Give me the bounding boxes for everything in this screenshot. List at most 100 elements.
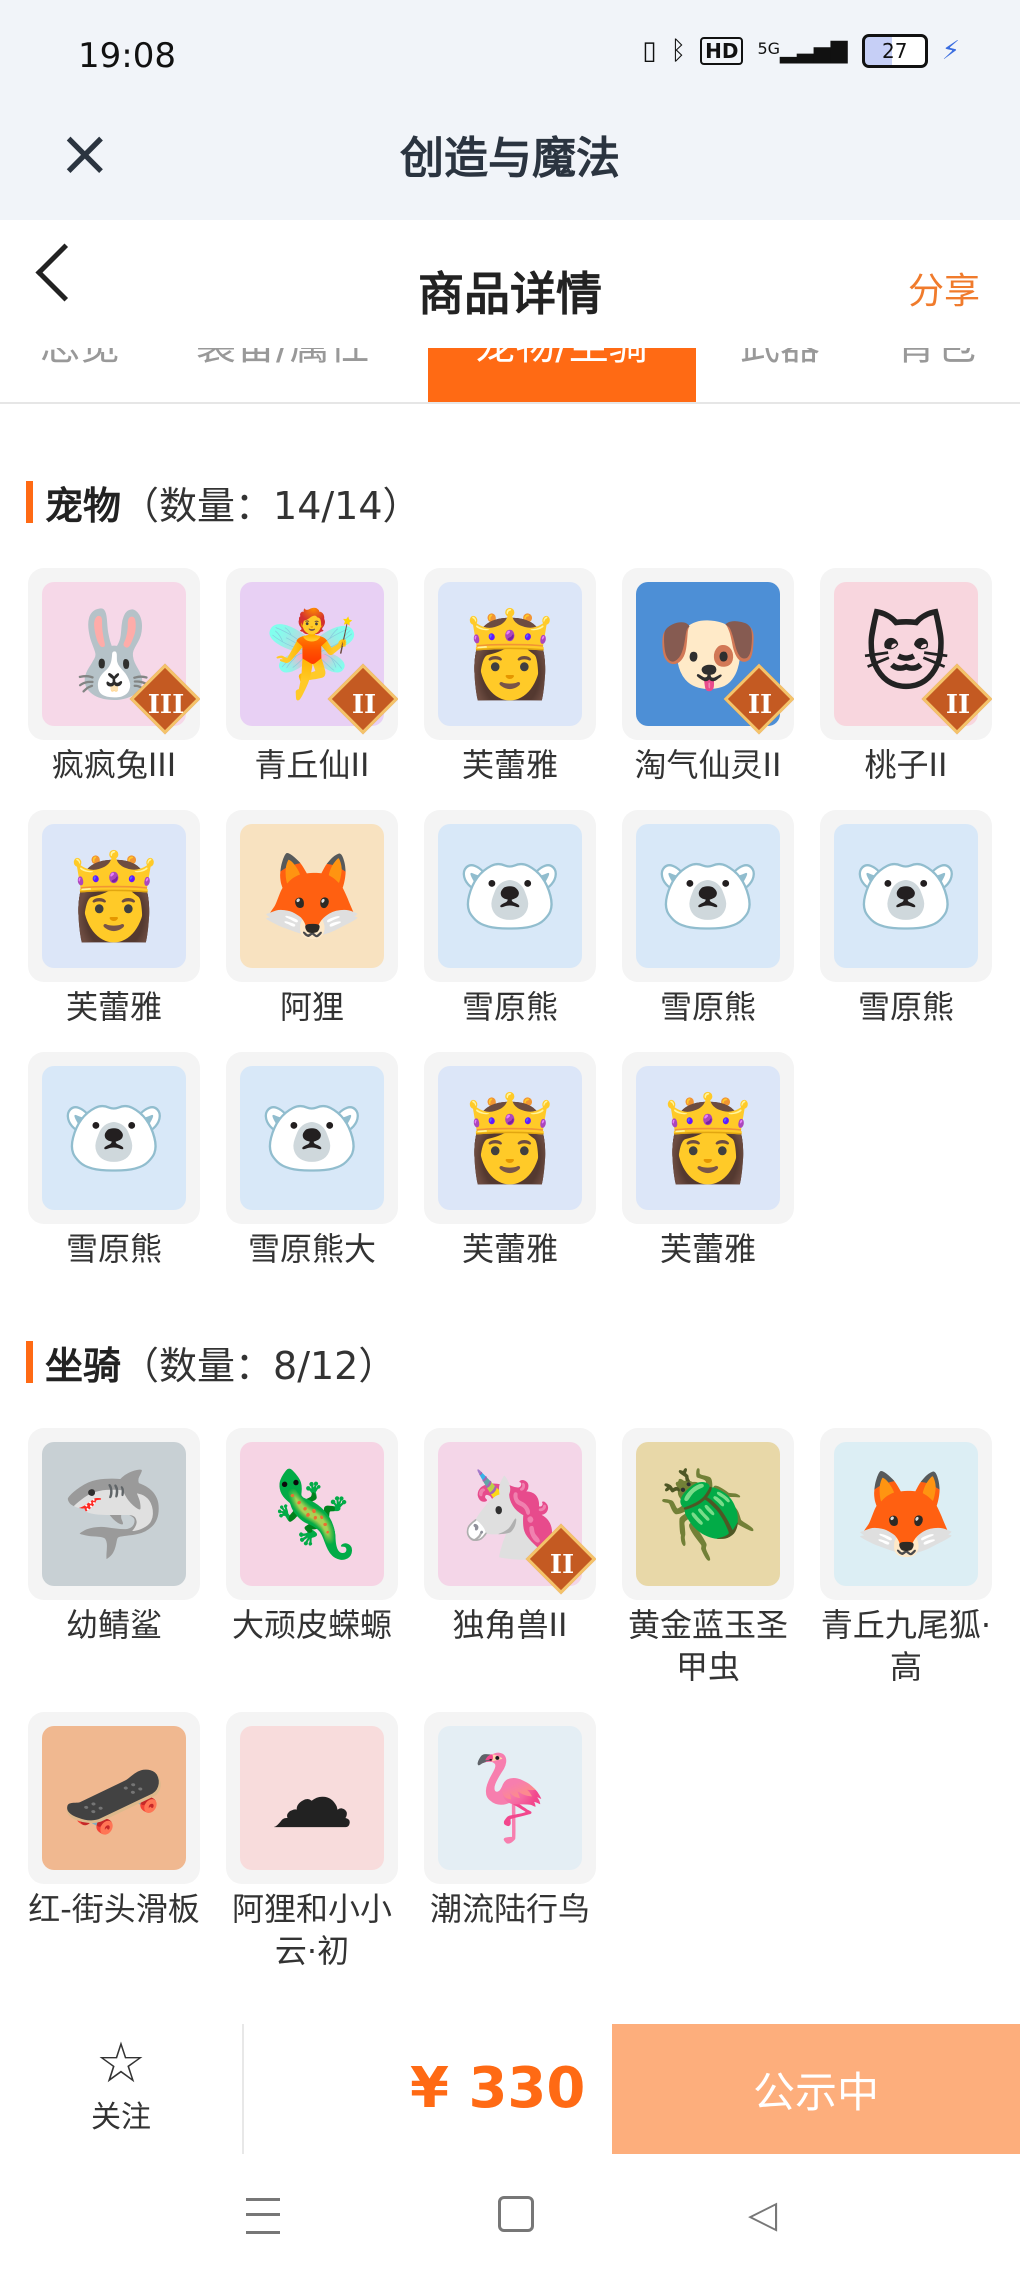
item-card[interactable]: 🐻‍❄️ 雪原熊大 bbox=[226, 1052, 398, 1270]
item-card[interactable]: 👸 芙蕾雅 bbox=[28, 810, 200, 1028]
item-card[interactable]: 🦊 青丘九尾狐·高 bbox=[820, 1428, 992, 1688]
bluetooth-icon: ᛒ bbox=[670, 36, 687, 66]
item-name: 芙蕾雅 bbox=[659, 1230, 756, 1268]
star-icon: ☆ bbox=[95, 2031, 147, 2096]
beetle-icon: 🪲 bbox=[655, 1464, 761, 1563]
status-bar: 19:08 ▯ ᛒ HD 5G▂▃▅▇ 27 ⚡ bbox=[0, 0, 1020, 110]
item-card[interactable]: 🐰 III 疯疯兔III bbox=[28, 568, 200, 786]
item-name: 雪原熊 bbox=[461, 988, 558, 1026]
item-thumbnail: 🐻‍❄️ bbox=[424, 810, 596, 982]
item-name: 芙蕾雅 bbox=[461, 1230, 558, 1268]
tab-backpack[interactable]: 背包 bbox=[896, 348, 1006, 402]
item-name: 芙蕾雅 bbox=[65, 988, 162, 1026]
follow-label: 关注 bbox=[91, 2100, 151, 2135]
item-thumbnail: 🛹 bbox=[28, 1712, 200, 1884]
item-name: 雪原熊 bbox=[857, 988, 954, 1026]
menu-icon[interactable] bbox=[246, 2198, 280, 2234]
app-title: 创造与魔法 bbox=[400, 133, 620, 184]
snow-bear-icon: 🐻‍❄️ bbox=[259, 1088, 365, 1187]
item-thumbnail: ☁ bbox=[226, 1712, 398, 1884]
item-card[interactable]: 🪲 黄金蓝玉圣甲虫 bbox=[622, 1428, 794, 1688]
item-name: 雪原熊大 bbox=[247, 1230, 376, 1268]
item-card[interactable]: 🐶 II 淘气仙灵II bbox=[622, 568, 794, 786]
follow-button[interactable]: ☆ 关注 bbox=[0, 2024, 244, 2154]
snow-bear-icon: 🐻‍❄️ bbox=[853, 846, 959, 945]
tab-equipment[interactable]: 装备/属性 bbox=[196, 348, 416, 402]
pets-section-header: 宠物 （数量：14/14） bbox=[26, 480, 421, 528]
ali-cloud-icon: ☁ bbox=[270, 1749, 354, 1847]
page-title: 商品详情 bbox=[418, 267, 602, 321]
item-card[interactable]: 🦈 幼鲭鲨 bbox=[28, 1428, 200, 1646]
item-name: 桃子II bbox=[864, 746, 948, 784]
nine-tail-fox-icon: 🦊 bbox=[853, 1464, 959, 1563]
item-card[interactable]: 🐻‍❄️ 雪原熊 bbox=[820, 810, 992, 1028]
item-thumbnail: 🐻‍❄️ bbox=[226, 1052, 398, 1224]
item-card[interactable]: 🧚 II 青丘仙II bbox=[226, 568, 398, 786]
item-name: 芙蕾雅 bbox=[461, 746, 558, 784]
snow-bear-icon: 🐻‍❄️ bbox=[655, 846, 761, 945]
item-card[interactable]: ☁ 阿狸和小小云·初 bbox=[226, 1712, 398, 1972]
item-name: 独角兽II bbox=[452, 1606, 568, 1644]
item-card[interactable]: 🐻‍❄️ 雪原熊 bbox=[424, 810, 596, 1028]
item-card[interactable]: 🦩 潮流陆行鸟 bbox=[424, 1712, 596, 1930]
share-button[interactable]: 分享 bbox=[908, 262, 980, 314]
section-accent bbox=[26, 1341, 33, 1383]
home-icon[interactable] bbox=[498, 2196, 534, 2232]
tab-bar: 总览 装备/属性 宠物/坐骑 武器 背包 bbox=[0, 348, 1020, 404]
price: ¥ 330 bbox=[410, 2056, 586, 2121]
nav-back-icon[interactable]: ◁ bbox=[748, 2192, 777, 2236]
snow-bear-icon: 🐻‍❄️ bbox=[457, 846, 563, 945]
bird-icon: 🦩 bbox=[457, 1748, 563, 1847]
item-thumbnail: 👸 bbox=[622, 1052, 794, 1224]
tab-pets-mounts[interactable]: 宠物/坐骑 bbox=[428, 348, 696, 402]
item-name: 潮流陆行鸟 bbox=[429, 1890, 590, 1928]
status-time: 19:08 bbox=[78, 36, 176, 76]
item-card[interactable]: 🐻‍❄️ 雪原熊 bbox=[622, 810, 794, 1028]
tier-badge-label: III bbox=[147, 690, 185, 720]
freya-icon: 👸 bbox=[457, 1088, 563, 1187]
freya-icon: 👸 bbox=[61, 846, 167, 945]
mounts-title: 坐骑 bbox=[45, 1343, 122, 1388]
item-thumbnail: 👸 bbox=[424, 568, 596, 740]
item-thumbnail: 🐰 III bbox=[28, 568, 200, 740]
status-button[interactable]: 公示中 bbox=[612, 2024, 1020, 2154]
freya-icon: 👸 bbox=[457, 604, 563, 703]
section-accent bbox=[26, 481, 33, 523]
item-thumbnail: 👸 bbox=[28, 810, 200, 982]
item-card[interactable]: 👸 芙蕾雅 bbox=[424, 1052, 596, 1270]
item-thumbnail: 🦊 bbox=[226, 810, 398, 982]
item-thumbnail: 🐻‍❄️ bbox=[622, 810, 794, 982]
item-thumbnail: 🐶 II bbox=[622, 568, 794, 740]
item-card[interactable]: 👸 芙蕾雅 bbox=[424, 568, 596, 786]
item-thumbnail: 🐱 II bbox=[820, 568, 992, 740]
tab-overview[interactable]: 总览 bbox=[40, 348, 190, 402]
mounts-count: （数量：8/12） bbox=[121, 1343, 397, 1388]
item-name: 雪原熊 bbox=[659, 988, 756, 1026]
item-name: 大顽皮蝾螈 bbox=[231, 1606, 392, 1644]
item-name: 幼鲭鲨 bbox=[65, 1606, 162, 1644]
item-card[interactable]: 👸 芙蕾雅 bbox=[622, 1052, 794, 1270]
item-thumbnail: 🦩 bbox=[424, 1712, 596, 1884]
item-card[interactable]: 🐻‍❄️ 雪原熊 bbox=[28, 1052, 200, 1270]
tab-weapons[interactable]: 武器 bbox=[740, 348, 840, 402]
item-thumbnail: 🦈 bbox=[28, 1428, 200, 1600]
item-name: 雪原熊 bbox=[65, 1230, 162, 1268]
network-label: 5G bbox=[757, 38, 781, 58]
item-card[interactable]: 🦄 II 独角兽II bbox=[424, 1428, 596, 1646]
signal-icon: 5G▂▃▅▇ bbox=[757, 38, 848, 64]
pets-title: 宠物 bbox=[45, 483, 122, 528]
item-thumbnail: 🪲 bbox=[622, 1428, 794, 1600]
snow-bear-icon: 🐻‍❄️ bbox=[61, 1088, 167, 1187]
item-name: 淘气仙灵II bbox=[634, 746, 782, 784]
item-name: 红-街头滑板 bbox=[28, 1890, 200, 1928]
status-icons: ▯ ᛒ HD 5G▂▃▅▇ 27 ⚡ bbox=[642, 34, 960, 68]
item-name: 疯疯兔III bbox=[51, 746, 177, 784]
item-thumbnail: 👸 bbox=[424, 1052, 596, 1224]
item-card[interactable]: 🦊 阿狸 bbox=[226, 810, 398, 1028]
item-card[interactable]: 🐱 II 桃子II bbox=[820, 568, 992, 786]
item-card[interactable]: 🛹 红-街头滑板 bbox=[28, 1712, 200, 1930]
item-card[interactable]: 🦎 大顽皮蝾螈 bbox=[226, 1428, 398, 1646]
item-name: 青丘仙II bbox=[254, 746, 370, 784]
shark-icon: 🦈 bbox=[61, 1464, 167, 1563]
item-thumbnail: 🦄 II bbox=[424, 1428, 596, 1600]
